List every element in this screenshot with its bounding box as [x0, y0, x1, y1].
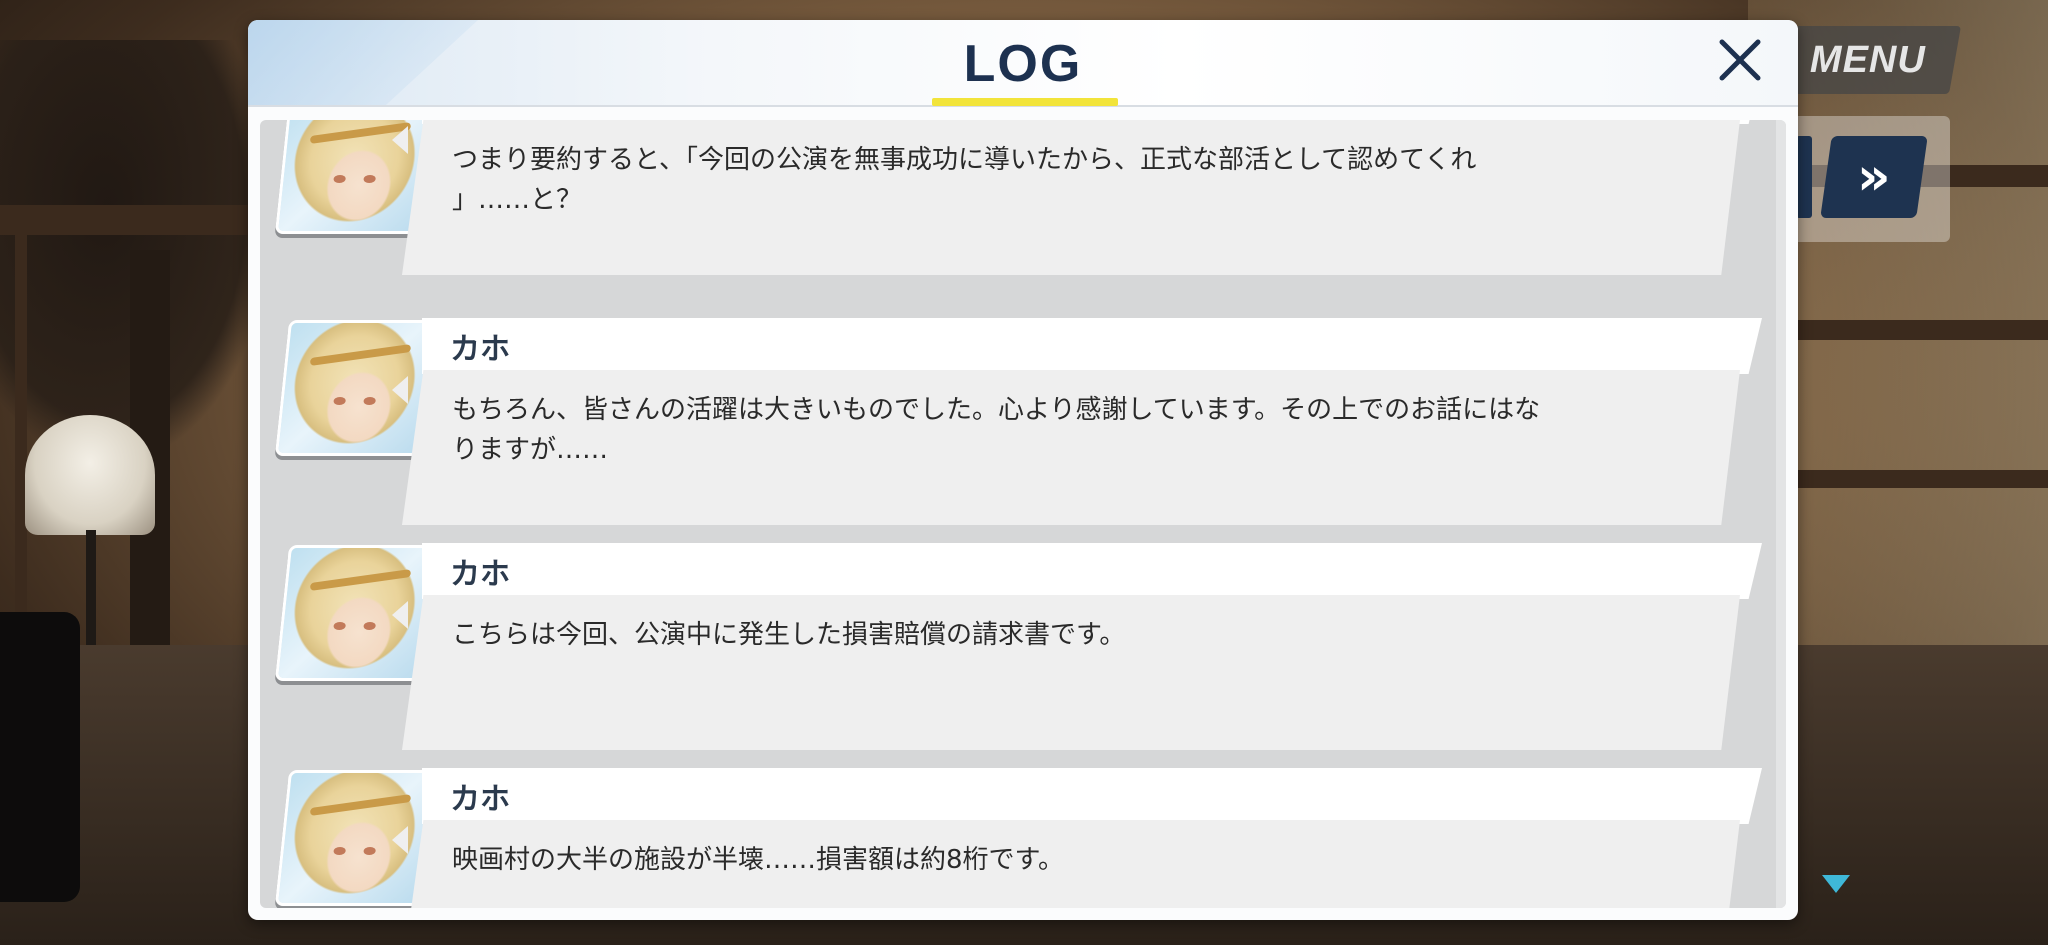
fast-forward-button[interactable]: »	[1820, 136, 1928, 218]
dialogue-bubble: もちろん、皆さんの活躍は大きいものでした。心より感謝しています。その上でのお話に…	[402, 370, 1740, 525]
speaker-avatar	[274, 120, 434, 234]
close-button[interactable]	[1710, 30, 1770, 90]
side-panel	[0, 612, 80, 902]
log-entry: カホ こちらは今回、公演中に発生した損害賠償の請求書です。	[260, 543, 1770, 767]
wooden-post	[15, 220, 27, 640]
menu-button[interactable]: MENU	[1774, 26, 1961, 94]
speaker-name-tab: カホ	[422, 768, 1762, 824]
log-entry: カホ もちろん、皆さんの活躍は大きいものでした。心より感謝しています。その上での…	[260, 318, 1770, 542]
log-entry: カホ 映画村の大半の施設が半壊……損害額は約8桁です。	[260, 768, 1770, 908]
title-underline	[932, 98, 1118, 106]
bubble-pointer	[392, 376, 408, 404]
dialogue-bubble: 映画村の大半の施設が半壊……損害額は約8桁です。	[402, 820, 1740, 908]
wooden-beam	[0, 205, 270, 235]
speaker-avatar	[274, 320, 434, 456]
close-icon	[1719, 39, 1761, 81]
bubble-pointer	[392, 601, 408, 629]
log-title: LOG	[963, 35, 1083, 93]
bubble-pointer	[392, 126, 408, 154]
speaker-avatar	[274, 770, 434, 906]
speaker-name: カホ	[450, 782, 510, 817]
dialogue-bubble: つまり要約すると、「今回の公演を無事成功に導いたから、正式な部活として認めてくれ…	[402, 120, 1740, 275]
dialogue-text: こちらは今回、公演中に発生した損害賠償の請求書です。	[452, 620, 1126, 650]
log-entry: カホ つまり要約すると、「今回の公演を無事成功に導いたから、正式な部活として認め…	[260, 120, 1770, 292]
dialogue-text: 映画村の大半の施設が半壊……損害額は約8桁です。	[452, 845, 1064, 875]
log-header: LOG	[248, 20, 1798, 107]
speaker-avatar	[274, 545, 434, 681]
scrollbar[interactable]	[1776, 120, 1786, 908]
auto-button[interactable]	[1796, 136, 1812, 218]
dialogue-bubble: こちらは今回、公演中に発生した損害賠償の請求書です。	[402, 595, 1740, 750]
bubble-pointer	[392, 826, 408, 854]
log-list[interactable]: カホ つまり要約すると、「今回の公演を無事成功に導いたから、正式な部活として認め…	[260, 120, 1786, 908]
menu-label: MENU	[1809, 38, 1926, 81]
log-window: LOG カホ つまり要約すると、「今回の公演を無事成功に導いたから、正式な部活と…	[248, 20, 1798, 920]
dialogue-text: つまり要約すると、「今回の公演を無事成功に導いたから、正式な部活として認めてくれ…	[452, 145, 1477, 215]
speaker-name-tab: カホ	[422, 318, 1762, 374]
paper-lamp	[25, 415, 155, 535]
speaker-name: カホ	[450, 332, 510, 367]
speaker-name: カホ	[450, 557, 510, 592]
fast-forward-icon: »	[1857, 147, 1891, 207]
speaker-name-tab: カホ	[422, 543, 1762, 599]
dialogue-text: もちろん、皆さんの活躍は大きいものでした。心より感謝しています。その上でのお話に…	[452, 395, 1541, 465]
next-indicator-icon	[1822, 875, 1850, 893]
